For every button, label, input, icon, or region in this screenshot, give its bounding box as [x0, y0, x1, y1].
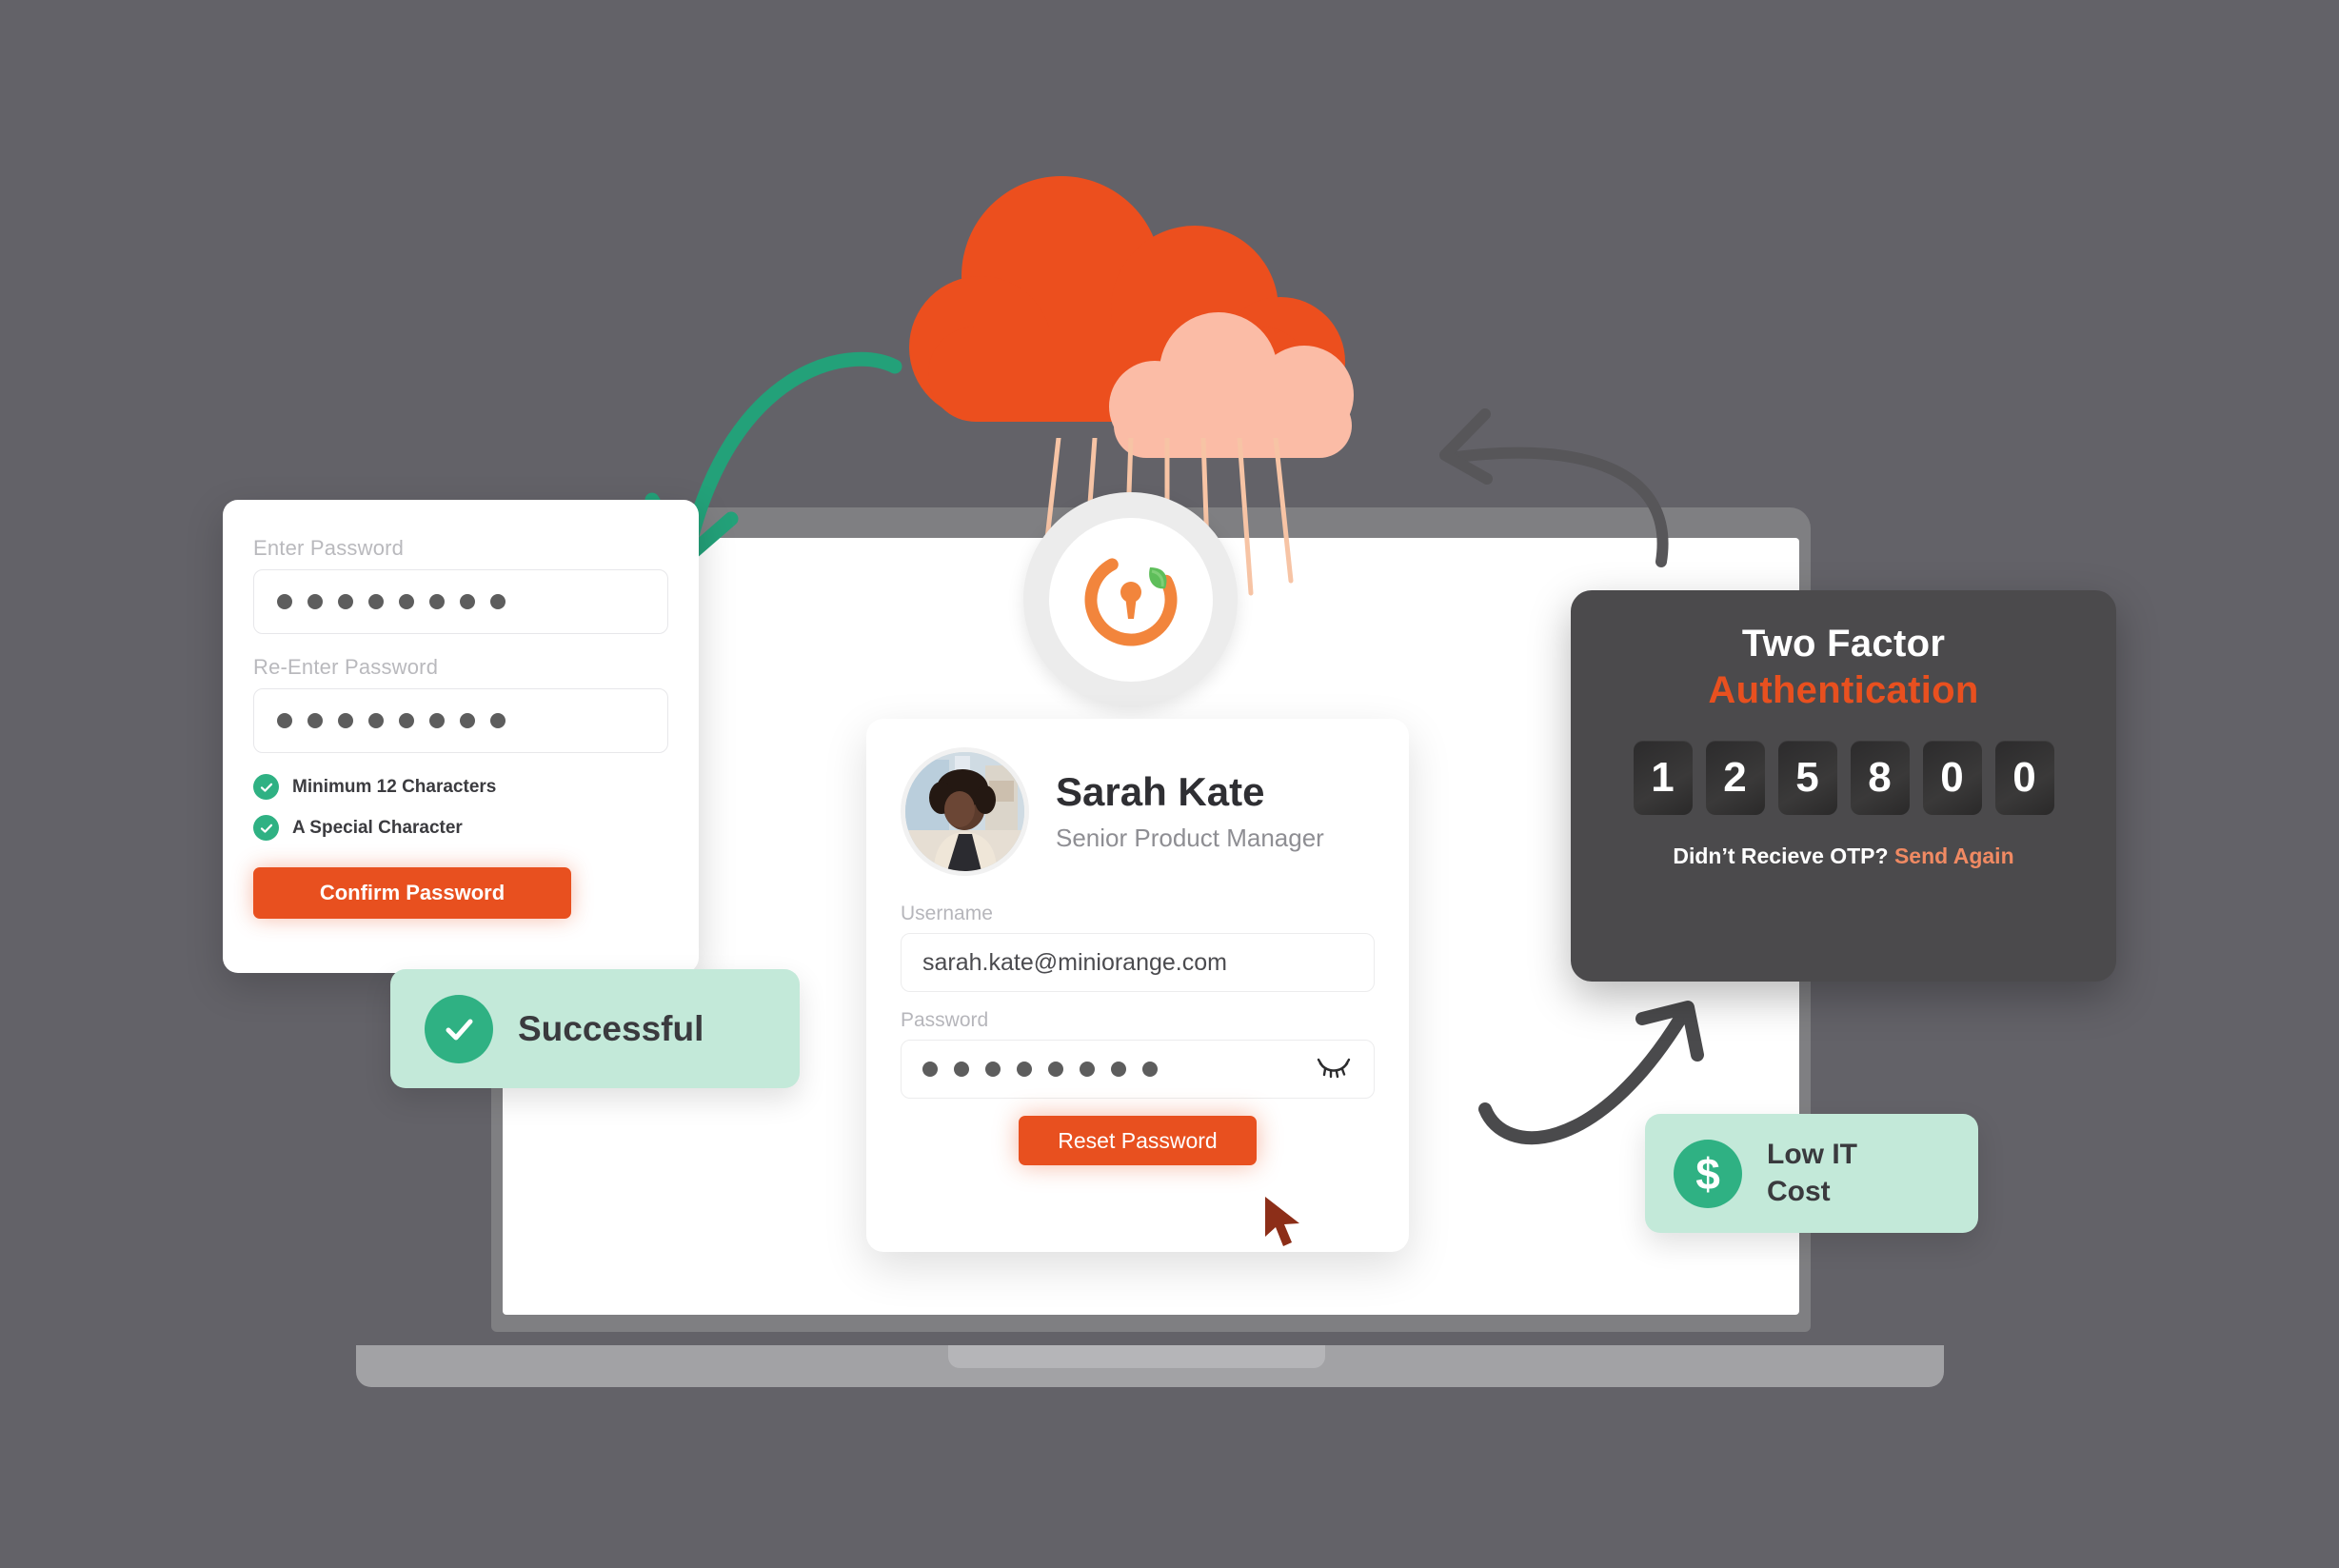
otp-digit[interactable]: 0 — [1922, 741, 1982, 815]
password-dot — [429, 594, 445, 609]
password-dot — [307, 594, 323, 609]
check-icon — [425, 994, 493, 1063]
password-rule-label: Minimum 12 Characters — [292, 776, 497, 797]
confirm-password-button[interactable]: Confirm Password — [253, 867, 571, 919]
password-dot — [1142, 1062, 1158, 1077]
otp-digit[interactable]: 1 — [1633, 741, 1693, 815]
reenter-password-input[interactable] — [253, 688, 668, 753]
reset-password-card: Sarah Kate Senior Product Manager Userna… — [866, 719, 1409, 1252]
enter-password-input[interactable] — [253, 569, 668, 634]
profile-identity: Sarah Kate Senior Product Manager — [1056, 768, 1324, 853]
otp-resend-row: Didn’t Recieve OTP? Send Again — [1571, 844, 2116, 869]
enter-password-label: Enter Password — [253, 536, 405, 560]
twofa-title-line1: Two Factor — [1741, 623, 1946, 665]
otp-digit[interactable]: 5 — [1777, 741, 1837, 815]
password-dot — [277, 713, 292, 728]
username-value: sarah.kate@miniorange.com — [922, 948, 1227, 976]
password-dot — [307, 713, 323, 728]
illustration-canvas: Enter Password Re-Enter Password Minimum… — [0, 0, 2339, 1568]
otp-input-row[interactable]: 1 2 5 8 0 0 — [1571, 741, 2116, 815]
password-dot — [1017, 1062, 1032, 1077]
password-dot — [277, 594, 292, 609]
low-it-cost-line1: Low IT — [1767, 1139, 1857, 1171]
password-label: Password — [901, 1009, 989, 1031]
reenter-password-label: Re-Enter Password — [253, 655, 439, 679]
password-dot — [338, 594, 353, 609]
password-dot — [399, 594, 414, 609]
password-dot — [490, 713, 505, 728]
status-badge-successful: Successful — [390, 969, 800, 1088]
password-dot — [368, 594, 384, 609]
set-password-card: Enter Password Re-Enter Password Minimum… — [223, 500, 699, 973]
otp-resend-prompt: Didn’t Recieve OTP? — [1673, 844, 1889, 868]
dollar-icon: $ — [1674, 1139, 1742, 1208]
laptop-base-notch — [948, 1345, 1325, 1368]
low-it-cost-line2: Cost — [1767, 1175, 1831, 1207]
check-circle-icon — [253, 774, 279, 800]
miniorange-logo-badge — [1023, 492, 1238, 706]
password-dot — [1111, 1062, 1126, 1077]
password-rule: Minimum 12 Characters — [253, 774, 668, 800]
otp-digit[interactable]: 8 — [1850, 741, 1910, 815]
status-badge-low-it-cost: $ Low IT Cost — [1645, 1114, 1978, 1233]
password-dot — [399, 713, 414, 728]
password-dot — [460, 713, 475, 728]
password-rule-label: A Special Character — [292, 817, 463, 838]
password-dot — [954, 1062, 969, 1077]
otp-digit[interactable]: 0 — [1994, 741, 2054, 815]
password-dot — [1048, 1062, 1063, 1077]
status-badge-label: Low IT Cost — [1767, 1137, 1857, 1210]
twofa-title-line2: Authentication — [1708, 669, 1979, 711]
reset-password-button[interactable]: Reset Password — [1019, 1116, 1257, 1165]
password-rule: A Special Character — [253, 815, 668, 841]
check-circle-icon — [253, 815, 279, 841]
password-dot — [460, 594, 475, 609]
username-input[interactable]: sarah.kate@miniorange.com — [901, 933, 1375, 992]
password-dot — [985, 1062, 1001, 1077]
profile-role: Senior Product Manager — [1056, 824, 1324, 853]
two-factor-authentication-panel: Two Factor Authentication 1 2 5 8 0 0 Di… — [1571, 590, 2116, 982]
profile-name: Sarah Kate — [1056, 768, 1265, 814]
avatar — [901, 747, 1029, 876]
password-dot — [429, 713, 445, 728]
password-dot — [338, 713, 353, 728]
password-dots — [922, 1062, 1158, 1077]
password-dot — [490, 594, 505, 609]
password-dot — [1080, 1062, 1095, 1077]
status-badge-label: Successful — [518, 1008, 704, 1048]
otp-digit[interactable]: 2 — [1705, 741, 1765, 815]
username-label: Username — [901, 903, 993, 924]
profile-header: Sarah Kate Senior Product Manager — [901, 747, 1375, 876]
send-again-link[interactable]: Send Again — [1894, 844, 2014, 868]
password-dot — [368, 713, 384, 728]
eye-off-icon[interactable] — [1315, 1055, 1353, 1084]
miniorange-logo-icon — [1048, 517, 1213, 682]
password-input[interactable] — [901, 1040, 1375, 1099]
password-dot — [922, 1062, 938, 1077]
